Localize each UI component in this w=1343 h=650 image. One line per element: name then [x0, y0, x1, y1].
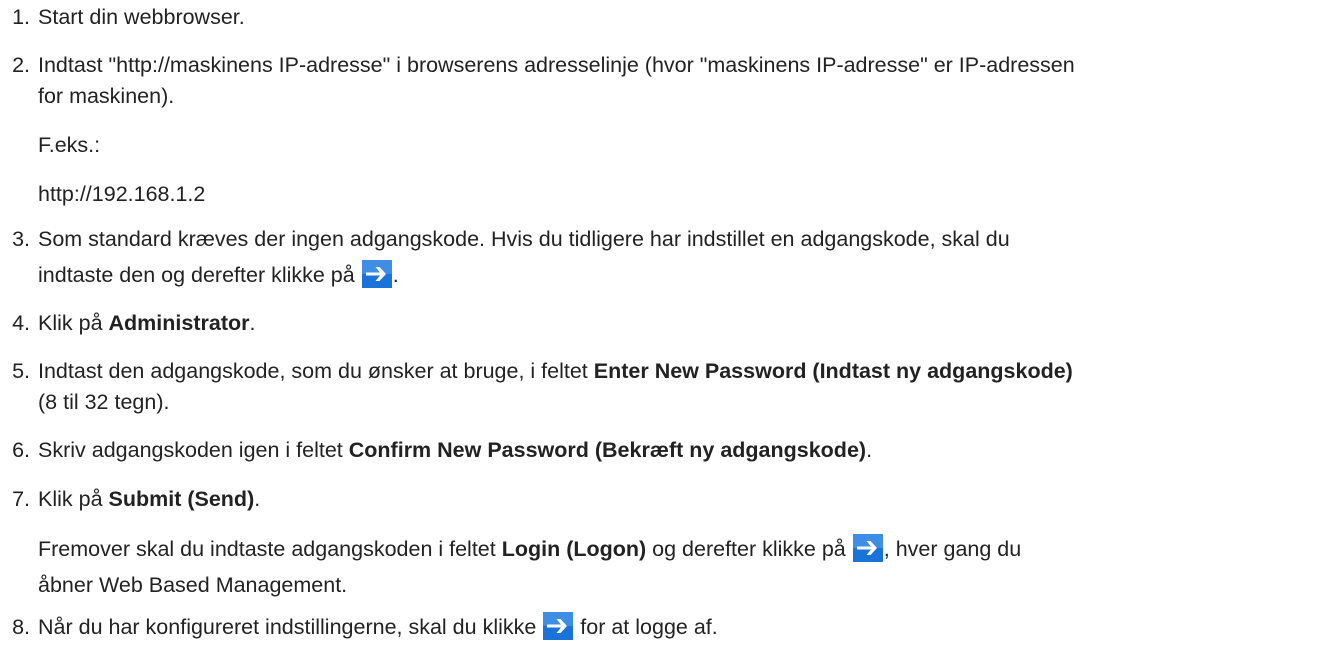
- step-text: Indtast den adgangskode, som du ønsker a…: [38, 356, 1338, 387]
- ui-label-administrator: Administrator: [108, 311, 250, 335]
- step-text-part: og derefter klikke på: [646, 537, 852, 561]
- step-text-part: Skriv adgangskoden igen i feltet: [38, 438, 349, 462]
- step-text-part: Fremover skal du indtaste adgangskoden i…: [38, 537, 502, 561]
- step-text-part: indtaste den og derefter klikke på: [38, 263, 355, 287]
- step-note-continued: åbner Web Based Management.: [38, 573, 348, 597]
- step-number: 6.: [12, 438, 30, 462]
- step-text: Når du har konfigureret indstillingerne,…: [38, 612, 1338, 643]
- step-text-part: for at logge af.: [574, 615, 718, 639]
- ui-label-submit: Submit (Send): [108, 487, 255, 511]
- step-number: 2.: [12, 53, 30, 77]
- ui-label-confirm-new-password: Confirm New Password (Bekræft ny adgangs…: [348, 438, 867, 462]
- arrow-right-icon: [361, 260, 392, 288]
- step-text-continued: (8 til 32 tegn).: [38, 390, 170, 414]
- step-text-part: .: [254, 487, 261, 511]
- step-number: 5.: [12, 359, 30, 383]
- example-label: F.eks.:: [38, 133, 101, 157]
- ui-label-enter-new-password: Enter New Password (Indtast ny adgangsko…: [593, 359, 1073, 383]
- step-text: Klik på Administrator.: [38, 308, 1338, 339]
- step-text-continued: for maskinen).: [38, 84, 175, 108]
- step-number: 7.: [12, 487, 30, 511]
- step-text: Som standard kræves der ingen adgangskod…: [38, 227, 1010, 251]
- arrow-right-icon: [543, 612, 574, 640]
- step-text: Start din webbrowser.: [38, 5, 245, 29]
- step-number: 8.: [12, 615, 30, 639]
- step-text-part: Klik på: [38, 311, 109, 335]
- step-text-part: .: [392, 263, 399, 287]
- step-number: 3.: [12, 227, 30, 251]
- step-text-part: Indtast den adgangskode, som du ønsker a…: [38, 359, 594, 383]
- step-text-part: , hver gang du: [883, 537, 1022, 561]
- step-text-part: Når du har konfigureret indstillingerne,…: [38, 615, 543, 639]
- arrow-right-icon: [852, 534, 883, 562]
- step-number: 4.: [12, 311, 30, 335]
- instruction-document: 1. Start din webbrowser. 2. Indtast "htt…: [0, 0, 1343, 650]
- step-text-part: .: [866, 438, 873, 462]
- step-text-part: Klik på: [38, 487, 109, 511]
- example-url: http://192.168.1.2: [38, 182, 206, 206]
- step-text: Indtast "http://maskinens IP-adresse" i …: [38, 53, 1075, 77]
- step-text-part: .: [249, 311, 256, 335]
- step-text: Klik på Submit (Send).: [38, 484, 1338, 515]
- step-number: 1.: [12, 5, 30, 29]
- step-text: Skriv adgangskoden igen i feltet Confirm…: [38, 435, 1338, 466]
- step-note: Fremover skal du indtaste adgangskoden i…: [38, 534, 1338, 565]
- step-text-continued: indtaste den og derefter klikke på .: [38, 260, 1338, 291]
- ui-label-login: Login (Logon): [501, 537, 647, 561]
